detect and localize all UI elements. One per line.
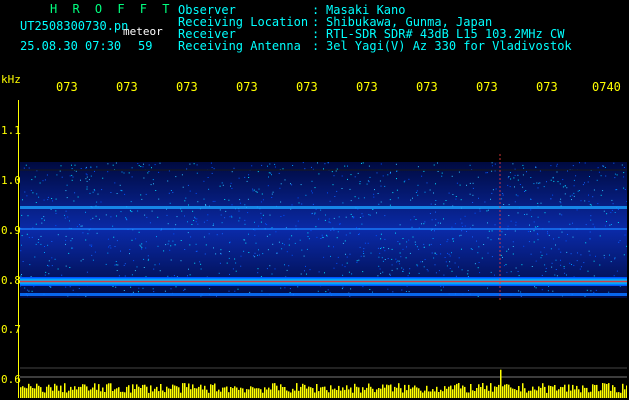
event-count: 59 xyxy=(138,39,153,53)
date-time: 25.08.30 07:30 xyxy=(20,39,122,53)
x-tick-label: 073 xyxy=(296,80,318,94)
x-tick-label: 073 xyxy=(176,80,198,94)
y-axis-line xyxy=(18,100,19,398)
x-tick-label: 073 xyxy=(416,80,438,94)
brand-title: H R O F F T xyxy=(50,2,174,16)
spectrogram xyxy=(20,154,627,398)
x-tick-label: 073 xyxy=(536,80,558,94)
x-tick-label: 073 xyxy=(476,80,498,94)
info-label-antenna: Receiving Antenna xyxy=(178,39,301,53)
info-value-antenna: 3el Yagi(V) Az 330 for Vladivostok xyxy=(326,39,572,53)
line-095khz xyxy=(20,206,627,209)
line-090khz xyxy=(20,228,627,230)
info-colon: : xyxy=(312,39,320,53)
x-tick-label: 073 xyxy=(116,80,138,94)
x-tick-label: 073 xyxy=(236,80,258,94)
carrier-band xyxy=(20,277,627,286)
hrofft-display: H R O F F T UT2508300730.pn meteor 25.08… xyxy=(0,0,629,400)
x-tick-label: 073 xyxy=(356,80,378,94)
file-name: UT2508300730.pn xyxy=(20,19,129,33)
lower-edge xyxy=(20,293,627,296)
mode-label: meteor xyxy=(123,25,163,38)
x-tick-label: 0740 xyxy=(592,80,621,94)
x-tick-label: 073 xyxy=(56,80,78,94)
signal-level-bars xyxy=(20,369,627,398)
y-axis-unit: kHz xyxy=(1,73,21,86)
